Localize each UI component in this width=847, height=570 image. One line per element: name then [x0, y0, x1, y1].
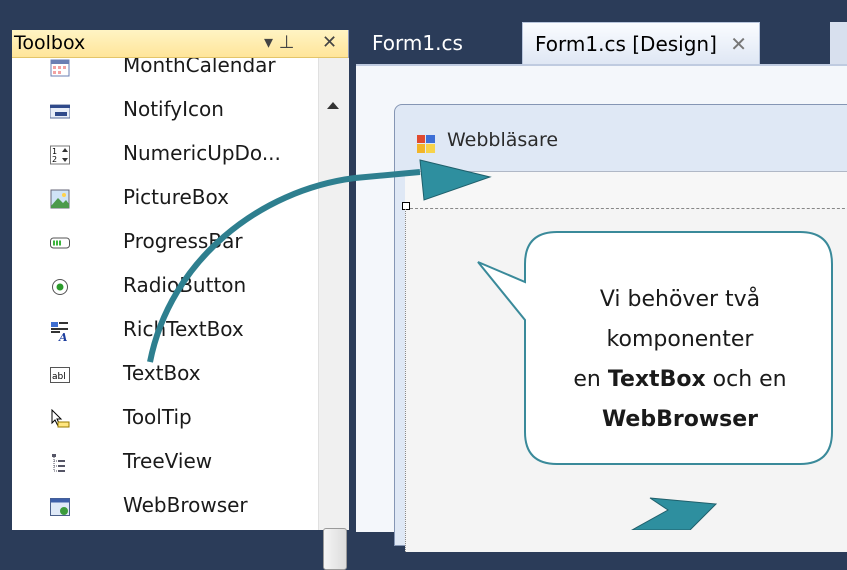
callout-textbox-word: TextBox [607, 367, 706, 392]
callout-webbrowser-word: WebBrowser [601, 407, 759, 432]
scroll-thumb[interactable] [323, 528, 347, 570]
callout-line-3: en TextBox och en [530, 360, 830, 400]
callout-line-3-suffix: och en [705, 367, 787, 392]
callout-line-2: komponenter [606, 327, 754, 352]
callout-line-4: WebBrowser [530, 400, 830, 440]
arrowhead-bottom-icon [630, 497, 718, 530]
callout-line-3-prefix: en [573, 367, 608, 392]
callout-text: Vi behöver två komponenter en TextBox oc… [530, 280, 830, 440]
arrowhead-icon [419, 159, 492, 201]
callout-line-1: Vi behöver två [599, 287, 761, 312]
annotation-overlay [147, 159, 833, 530]
arrow-icon [147, 169, 421, 363]
